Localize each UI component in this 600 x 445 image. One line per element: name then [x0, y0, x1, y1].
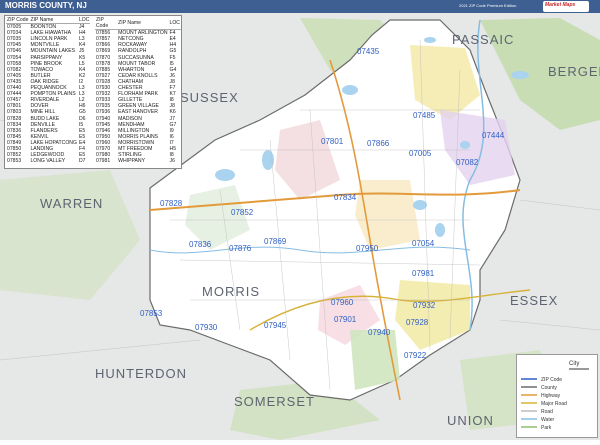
- zip-label: 07853: [140, 309, 163, 318]
- region-label-bergen: BERGEN: [548, 64, 600, 79]
- legend-column-right: ZIP Code ZIP Name LOC 07856 MOUNT ARLINGT…: [95, 17, 181, 164]
- legend-row: 07981 WHIPPANY J6: [95, 158, 181, 164]
- zip-label: 07054: [412, 239, 435, 248]
- column-header: ZIP Name: [29, 17, 78, 25]
- key-label: Major Road: [541, 401, 567, 407]
- legend-column-left: ZIP Code ZIP Name LOC 07005 BOONTON J4 0703…: [6, 17, 91, 164]
- region-label-union: UNION: [447, 413, 494, 428]
- legend-table-left: ZIP Code ZIP Name LOC 07005 BOONTON J4 0703…: [6, 17, 91, 164]
- legend-row: 07005 BOONTON J4: [6, 24, 90, 31]
- zip-name-cell: LONG VALLEY: [30, 158, 66, 165]
- column-header: ZIP Code: [6, 17, 30, 25]
- zip-name-cell: MOUNT ARLINGTON: [118, 30, 168, 37]
- key-label: Highway: [541, 393, 561, 399]
- edition-label: 2021 ZIP Code Premium Edition: [459, 3, 517, 8]
- zip-label: 07960: [331, 298, 354, 307]
- zip-label: 07866: [367, 139, 390, 148]
- zip-code-cell: 07005: [7, 24, 22, 31]
- zip-label: 07928: [406, 318, 429, 327]
- zip-label: 07435: [357, 47, 380, 56]
- map-key-graphic: City ZIP Code County Highway Major Road Road…: [521, 361, 589, 431]
- region-label-hunterdon: HUNTERDON: [95, 366, 187, 381]
- zip-label: 07852: [231, 208, 254, 217]
- column-header: ZIP Name: [117, 17, 169, 31]
- legend-row: 07853 LONG VALLEY D7: [6, 158, 90, 164]
- zip-label: 07901: [334, 315, 357, 324]
- key-scale-label: City: [569, 361, 579, 367]
- zip-label: 07082: [456, 158, 479, 167]
- zip-label: 07485: [413, 111, 436, 120]
- zip-label: 07444: [482, 131, 505, 140]
- zip-label: 07834: [334, 193, 357, 202]
- logo-text: Market Maps: [545, 2, 576, 8]
- zip-legend: ZIP Code ZIP Name LOC 07005 BOONTON J4 0703…: [4, 15, 182, 169]
- lake: [342, 85, 358, 95]
- key-label: Park: [541, 425, 552, 431]
- legend-table-right: ZIP Code ZIP Name LOC 07856 MOUNT ARLINGT…: [95, 17, 181, 164]
- loc-cell: D7: [78, 158, 86, 165]
- zip-label: 07922: [404, 351, 427, 360]
- key-label: ZIP Code: [541, 377, 562, 383]
- loc-cell: J4: [78, 24, 85, 31]
- lake: [215, 169, 235, 181]
- zip-label: 07930: [195, 323, 218, 332]
- zip-label: 07005: [409, 149, 432, 158]
- region-label-sussex: SUSSEX: [180, 90, 239, 105]
- zip-name-cell: WHIPPANY: [118, 158, 145, 165]
- lake: [413, 200, 427, 210]
- zip-label: 07869: [264, 237, 287, 246]
- lake: [262, 150, 274, 170]
- zip-name-cell: BOONTON: [30, 24, 57, 31]
- zip-label: 07940: [368, 328, 391, 337]
- zip-label: 07950: [356, 244, 379, 253]
- loc-cell: F4: [169, 30, 176, 37]
- zip-label: 07828: [160, 199, 183, 208]
- zip-label: 07932: [413, 301, 436, 310]
- zip-name-cell: MOUNTAIN LAKES: [30, 48, 76, 55]
- column-header: LOC: [77, 17, 91, 25]
- lake: [424, 37, 436, 43]
- zip-label: 07801: [321, 137, 344, 146]
- zip-code-cell: 07981: [96, 158, 111, 165]
- region-label-passaic: PASSAIC: [452, 32, 514, 47]
- key-label: Water: [541, 417, 554, 423]
- logo: Market Maps: [543, 1, 589, 12]
- zip-code-cell: 07853: [7, 158, 22, 165]
- legend-row: 07856 MOUNT ARLINGTON F4: [95, 30, 181, 37]
- key-label: County: [541, 385, 557, 391]
- lake: [511, 71, 529, 79]
- column-header: ZIP Code: [95, 17, 118, 31]
- region-label-essex: ESSEX: [510, 293, 558, 308]
- column-header: LOC: [168, 17, 181, 31]
- map-title: MORRIS COUNTY, NJ: [5, 1, 87, 10]
- loc-cell: J6: [169, 158, 175, 165]
- lake: [435, 223, 445, 237]
- key-label: Road: [541, 409, 553, 415]
- map-key-panel: City ZIP Code County Highway Major Road Road…: [516, 354, 598, 438]
- zip-label: 07836: [189, 240, 212, 249]
- region-label-somerset: SOMERSET: [234, 394, 315, 409]
- zip-label: 07981: [412, 269, 435, 278]
- region-label-morris: MORRIS: [202, 284, 260, 299]
- zip-label: 07876: [229, 244, 252, 253]
- lake: [460, 141, 470, 149]
- zip-code-cell: 07856: [96, 30, 111, 37]
- zip-label: 07945: [264, 321, 287, 330]
- title-bar: MORRIS COUNTY, NJ 2021 ZIP Code Premium …: [0, 0, 600, 13]
- region-label-warren: WARREN: [40, 196, 103, 211]
